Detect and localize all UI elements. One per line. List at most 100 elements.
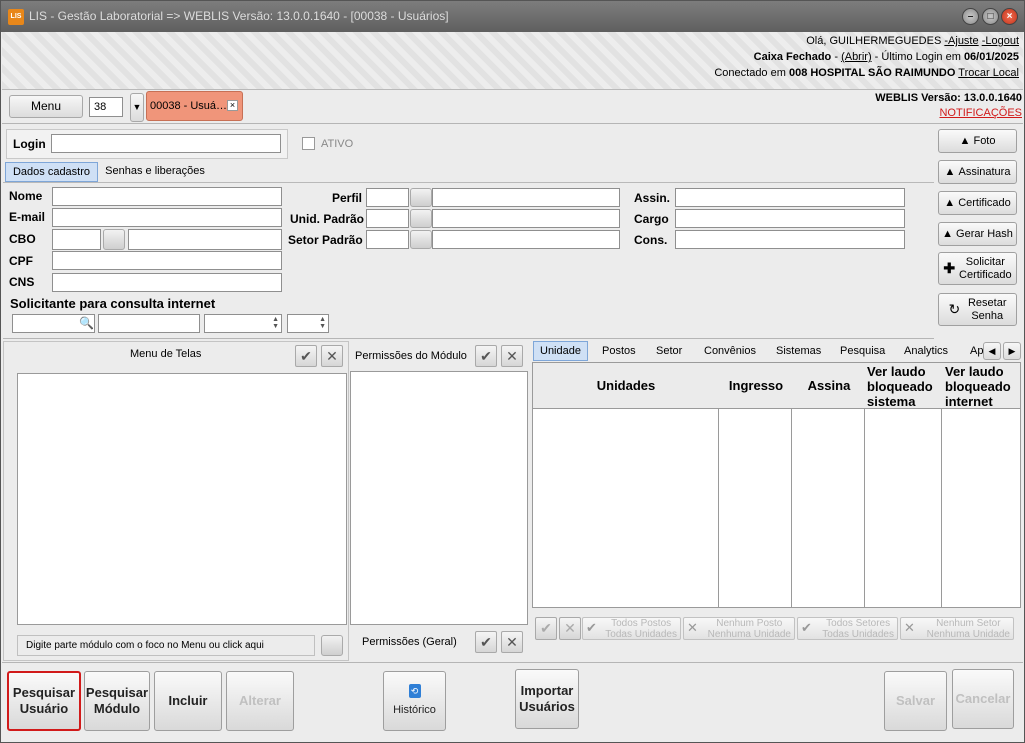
permissoes-geral-label: Permissões (Geral) [362, 636, 457, 648]
check-icon[interactable]: ✔ [475, 345, 497, 367]
assin-input[interactable] [675, 188, 905, 207]
alterar-button[interactable]: Alterar [226, 671, 294, 731]
gerar-hash-button[interactable]: ▲ Gerar Hash [938, 222, 1017, 246]
importar-usuarios-button[interactable]: Importar Usuários [515, 669, 579, 729]
check-icon[interactable]: ✔ [535, 617, 557, 640]
tab-unidade[interactable]: Unidade [533, 341, 588, 361]
cbo-lookup-button[interactable] [103, 229, 125, 250]
cbo-description-input[interactable] [128, 229, 282, 250]
login-input[interactable] [51, 134, 281, 153]
unid-padrao-description-input[interactable] [432, 209, 620, 228]
ativo-label: ATIVO [321, 138, 354, 150]
screen-number-input[interactable]: 38 [89, 97, 123, 117]
pesquisar-modulo-button[interactable]: Pesquisar Módulo [84, 671, 150, 731]
tab-analytics[interactable]: Analytics [898, 341, 954, 361]
close-button[interactable]: × [1001, 8, 1018, 25]
assinatura-button[interactable]: ▲ Assinatura [938, 160, 1017, 184]
menu-telas-title: Menu de Telas [130, 348, 202, 360]
certificado-button[interactable]: ▲ Certificado [938, 191, 1017, 215]
col-ver-laudo-sistema[interactable]: Ver laudo bloqueado sistema [866, 363, 942, 409]
historico-button[interactable]: ⟲ Histórico [383, 671, 446, 731]
tab-convenios[interactable]: Convênios [698, 341, 762, 361]
tab-pesquisa[interactable]: Pesquisa [834, 341, 891, 361]
nenhum-setor-button[interactable]: ✕ Nenhum Setor Nenhuma Unidade [900, 617, 1014, 640]
notificacoes-link[interactable]: NOTIFICAÇÕES [875, 106, 1022, 121]
maximize-button[interactable]: □ [982, 8, 999, 25]
solicitante-name-input[interactable] [98, 314, 200, 333]
cns-label: CNS [9, 275, 35, 289]
tab-postos[interactable]: Postos [596, 341, 642, 361]
tab-setor[interactable]: Setor [650, 341, 688, 361]
pesquisar-usuario-button[interactable]: Pesquisar Usuário [7, 671, 81, 731]
pesquisar-usuario-label-2: Usuário [19, 701, 69, 716]
salvar-button[interactable]: Salvar [884, 671, 947, 731]
solicitante-spinner-1[interactable]: ▲ ▼ [204, 314, 282, 333]
cargo-input[interactable] [675, 209, 905, 228]
close-icon: ✕ [687, 620, 698, 635]
nenhum-posto-button[interactable]: ✕ Nenhum Posto Nenhuma Unidade [683, 617, 795, 640]
tab-scroll-left-icon[interactable]: ◀ [983, 342, 1001, 360]
abrir-caixa-link[interactable]: (Abrir) [841, 51, 872, 63]
unid-padrao-code-input[interactable] [366, 209, 409, 228]
todos-setores-button[interactable]: ✔ Todos Setores Todas Unidades [797, 617, 898, 640]
cons-input[interactable] [675, 230, 905, 249]
foto-button[interactable]: ▲ Foto [938, 129, 1017, 153]
app-logo-icon: LIS [8, 9, 24, 25]
setor-padrao-code-input[interactable] [366, 230, 409, 249]
close-icon[interactable]: ✕ [559, 617, 581, 640]
menu-button[interactable]: Menu [9, 95, 83, 118]
tab-sistemas[interactable]: Sistemas [770, 341, 827, 361]
email-input[interactable] [52, 208, 282, 227]
solicitar-certificado-button[interactable]: ✚ Solicitar Certificado [938, 252, 1017, 285]
close-tab-icon[interactable]: × [227, 100, 238, 111]
solicitante-spinner-2[interactable]: ▲ ▼ [287, 314, 329, 333]
unid-padrao-lookup-button[interactable] [410, 209, 432, 228]
minimize-button[interactable]: – [962, 8, 979, 25]
nome-input[interactable] [52, 187, 282, 206]
tab-usuarios[interactable]: 00038 - Usuá… × [146, 91, 243, 121]
setor-padrao-lookup-button[interactable] [410, 230, 432, 249]
ajuste-link[interactable]: -Ajuste [944, 35, 978, 47]
assin-label: Assin. [634, 191, 671, 205]
col-ingresso[interactable]: Ingresso [720, 363, 792, 409]
col-unidades[interactable]: Unidades [533, 363, 719, 409]
col-assina[interactable]: Assina [793, 363, 865, 409]
tab-senhas-liberacoes[interactable]: Senhas e liberações [100, 162, 210, 182]
login-label: Login [13, 137, 46, 151]
check-icon[interactable]: ✔ [475, 631, 497, 653]
nenhum-setor-label-2: Nenhuma Unidade [926, 629, 1010, 640]
trocar-local-link[interactable]: Trocar Local [958, 67, 1019, 79]
tab-dados-cadastro[interactable]: Dados cadastro [5, 162, 98, 182]
cbo-code-input[interactable] [52, 229, 101, 250]
permissoes-modulo-list[interactable] [350, 371, 528, 625]
incluir-button[interactable]: Incluir [154, 671, 222, 731]
logout-link[interactable]: -Logout [982, 35, 1019, 47]
close-icon[interactable]: ✕ [501, 631, 523, 653]
col-ver-laudo-internet[interactable]: Ver laudo bloqueado internet [944, 363, 1020, 409]
resetar-label-2: Senha [971, 309, 1004, 322]
cpf-input[interactable] [52, 251, 282, 270]
tab-scroll-right-icon[interactable]: ▶ [1003, 342, 1021, 360]
todos-postos-button[interactable]: ✔ Todos Postos Todas Unidades [582, 617, 681, 640]
menu-search-button[interactable] [321, 635, 343, 656]
importar-label-2: Usuários [519, 699, 575, 714]
pesquisar-modulo-label-1: Pesquisar [85, 685, 149, 700]
perfil-lookup-button[interactable] [410, 188, 432, 207]
menu-telas-list[interactable] [17, 373, 347, 625]
close-icon[interactable]: ✕ [501, 345, 523, 367]
close-icon[interactable]: ✕ [321, 345, 343, 367]
historico-icon: ⟲ [408, 684, 421, 698]
cancelar-button[interactable]: Cancelar [952, 669, 1014, 729]
perfil-description-input[interactable] [432, 188, 620, 207]
ativo-checkbox[interactable] [302, 137, 315, 150]
menu-search-hint[interactable]: Digite parte módulo com o foco no Menu o… [17, 635, 315, 656]
check-icon: ✔ [801, 620, 812, 635]
cns-input[interactable] [52, 273, 282, 292]
search-icon[interactable]: 🔍 [79, 316, 94, 330]
resetar-senha-button[interactable]: ↻ Resetar Senha [938, 293, 1017, 326]
perfil-code-input[interactable] [366, 188, 409, 207]
setor-padrao-description-input[interactable] [432, 230, 620, 249]
check-icon[interactable]: ✔ [295, 345, 317, 367]
grid-column-body [533, 409, 719, 607]
chevron-down-icon[interactable]: ▼ [130, 93, 144, 122]
